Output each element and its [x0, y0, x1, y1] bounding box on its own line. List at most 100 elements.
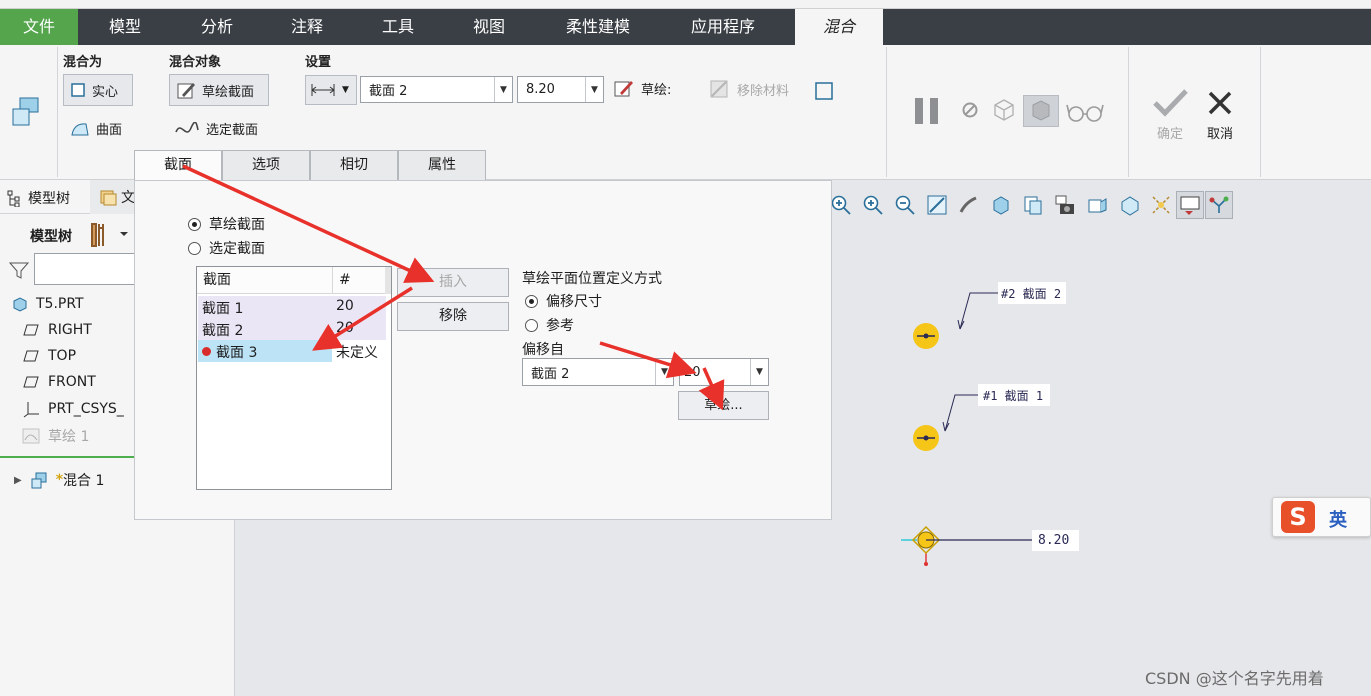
ime-toolbar[interactable]: S 英 [1272, 497, 1371, 537]
tree-item-part[interactable]: T5.PRT [12, 296, 84, 312]
select-section-button[interactable]: 选定截面 [174, 119, 258, 138]
glasses-icon[interactable] [1066, 101, 1104, 123]
table-row-selected[interactable]: 截面 3 未定义 [198, 340, 386, 362]
tree-item-sketch[interactable]: 草绘 1 [22, 426, 89, 446]
scrollbar[interactable] [385, 267, 391, 294]
blend-icon [31, 472, 47, 489]
sketch-section-label: 草绘截面 [202, 84, 255, 100]
cancel-button[interactable]: 取消 [1198, 85, 1242, 145]
remove-material-button[interactable]: 移除材料 [709, 79, 789, 99]
surface-icon [71, 122, 89, 135]
saved-views-icon[interactable] [1022, 194, 1044, 216]
tab-blend[interactable]: 混合 [795, 9, 883, 45]
tree-item-front[interactable]: FRONT [22, 374, 96, 390]
radio-sketched-sections[interactable]: 草绘截面 [188, 214, 265, 234]
cell-section-name: 截面 3 [216, 345, 258, 361]
sketch-dialog-button[interactable]: 草绘... [678, 391, 769, 420]
tab-options[interactable]: 选项 [222, 150, 310, 180]
radio-label: 选定截面 [209, 241, 265, 257]
zoom-in-icon[interactable] [862, 194, 884, 216]
tab-view[interactable]: 视图 [444, 9, 534, 45]
offset-value-combo[interactable]: 8.20 ▼ [517, 76, 604, 103]
tree-item-csys[interactable]: PRT_CSYS_ [22, 400, 124, 418]
radio-indicator [525, 318, 538, 332]
table-row[interactable]: 截面 2 20 [198, 318, 386, 340]
tab-model-tree-panel[interactable]: 模型树 [6, 188, 70, 208]
tab-analysis[interactable]: 分析 [172, 9, 262, 45]
section-view-icon[interactable] [1118, 194, 1140, 216]
tab-annotate[interactable]: 注释 [262, 9, 352, 45]
display-style-icon[interactable] [990, 194, 1012, 216]
modified-marker: * [55, 472, 64, 488]
pencil-sketch-icon [177, 83, 195, 99]
offset-value-input[interactable]: 20 ▼ [679, 358, 769, 386]
section-3-origin [924, 562, 928, 566]
tree-search-input[interactable] [34, 253, 135, 285]
preview-toggle-button[interactable] [1023, 95, 1059, 127]
table-row[interactable]: 截面 1 20 [198, 296, 386, 318]
tab-file[interactable]: 文件 [0, 9, 78, 45]
depth-dimension-icon [311, 84, 335, 96]
solid-preview-icon [1032, 100, 1050, 121]
radio-selected-sections[interactable]: 选定截面 [188, 238, 265, 258]
remove-button[interactable]: 移除 [397, 302, 509, 331]
cell-section-value: 未定义 [336, 345, 378, 361]
section-combo[interactable]: 截面 2 ▼ [360, 76, 513, 103]
no-preview-icon[interactable] [961, 101, 979, 119]
cancel-label: 取消 [1206, 127, 1233, 142]
constraint-display-toggle[interactable] [1205, 191, 1233, 219]
tree-settings-icon[interactable] [86, 220, 134, 248]
tab-flexible-modeling[interactable]: 柔性建模 [534, 9, 662, 45]
surface-button[interactable]: 曲面 [70, 119, 122, 138]
mesh-preview-icon[interactable] [991, 97, 1017, 123]
column-header-section[interactable]: 截面 [197, 267, 333, 294]
csys-icon [23, 402, 39, 418]
radio-label: 偏移尺寸 [546, 294, 602, 310]
pause-icon[interactable] [911, 95, 943, 127]
zoom-in-icon[interactable] [830, 194, 852, 216]
separator [886, 47, 887, 177]
depth-option-dropdown[interactable]: ▼ [305, 75, 357, 105]
placement-title: 草绘平面位置定义方式 [522, 271, 662, 287]
radio-offset-dimension[interactable]: 偏移尺寸 [525, 291, 602, 311]
zoom-out-icon[interactable] [894, 194, 916, 216]
tab-applications[interactable]: 应用程序 [662, 9, 784, 45]
radio-reference[interactable]: 参考 [525, 315, 574, 335]
refit-icon[interactable] [926, 194, 948, 216]
tab-tangency[interactable]: 相切 [310, 150, 398, 180]
sketch-display-toggle[interactable] [1176, 191, 1204, 219]
chevron-down-icon: ▼ [585, 77, 603, 102]
section-combo-value: 截面 2 [369, 84, 408, 99]
tab-layer-label: 文 [121, 190, 135, 206]
expand-arrow-icon[interactable]: ▶ [14, 475, 22, 486]
column-header-number[interactable]: # [333, 267, 385, 294]
insert-button[interactable]: 插入 [397, 268, 509, 297]
repaint-icon[interactable] [958, 194, 980, 216]
cell-section-name: 截面 1 [202, 301, 244, 317]
perspective-icon[interactable] [1086, 194, 1108, 216]
sketch-section-button[interactable]: 草绘截面 [169, 74, 269, 106]
tab-sections[interactable]: 截面 [134, 150, 222, 181]
tree-item-label: 草绘 1 [48, 429, 90, 445]
tree-item-label: PRT_CSYS_ [48, 401, 124, 417]
tree-icon [7, 190, 20, 207]
solid-button[interactable]: 实心 [63, 74, 133, 106]
tree-item-right[interactable]: RIGHT [22, 322, 92, 338]
offset-from-combo[interactable]: 截面 2 ▼ [522, 358, 674, 386]
remove-material-icon [710, 80, 728, 98]
undefined-status-icon [202, 347, 211, 356]
sketch-button[interactable]: 草绘: [613, 77, 671, 99]
tab-layer-panel[interactable]: 文 [90, 180, 135, 214]
datum-display-icon[interactable] [1150, 194, 1172, 216]
tab-tools[interactable]: 工具 [352, 9, 444, 45]
dimension-label[interactable]: 8.20 [1038, 533, 1069, 548]
tab-properties[interactable]: 属性 [398, 150, 486, 180]
tree-item-top[interactable]: TOP [22, 348, 76, 364]
camera-icon[interactable] [1054, 194, 1076, 216]
thicken-icon[interactable] [814, 81, 834, 101]
tree-item-blend[interactable]: ▶ * 混合 1 [14, 470, 104, 490]
filter-icon[interactable] [8, 260, 30, 280]
offset-from-value: 截面 2 [531, 366, 570, 382]
tab-model[interactable]: 模型 [78, 9, 172, 45]
confirm-button[interactable]: 确定 [1148, 85, 1192, 145]
